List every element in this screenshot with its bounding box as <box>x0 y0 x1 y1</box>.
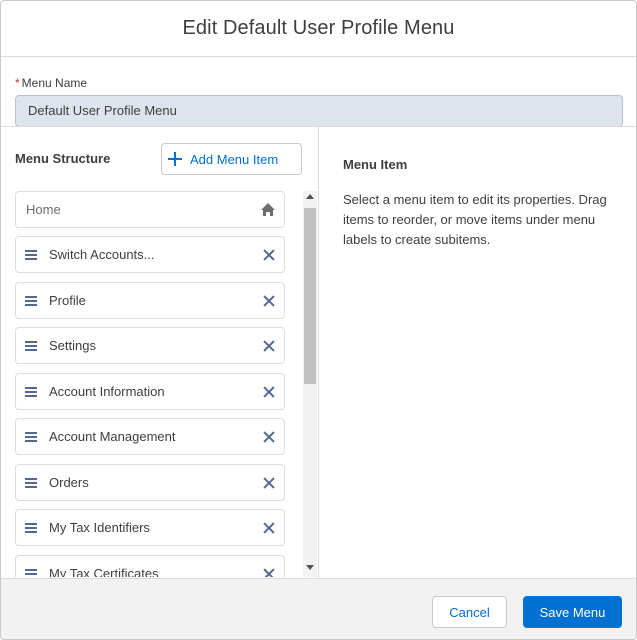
menu-item-detail-title: Menu Item <box>343 157 408 172</box>
menu-name-label-text: Menu Name <box>21 76 88 90</box>
modal-title: Edit Default User Profile Menu <box>182 17 455 39</box>
menu-item-detail-help: Select a menu item to edit its propertie… <box>343 192 607 247</box>
drag-handle-icon[interactable] <box>25 340 37 351</box>
menu-item-label: Profile <box>49 293 86 308</box>
close-icon[interactable] <box>263 386 275 398</box>
menu-item-label: Account Information <box>49 384 165 399</box>
modal-header: Edit Default User Profile Menu <box>1 1 636 57</box>
drag-handle-icon[interactable] <box>25 477 37 488</box>
list-scrollbar[interactable] <box>303 191 317 577</box>
drag-handle-icon[interactable] <box>25 431 37 442</box>
menu-item-home[interactable]: Home <box>15 191 285 228</box>
scroll-thumb[interactable] <box>304 208 316 384</box>
modal-footer: Cancel Save Menu <box>1 578 636 639</box>
menu-item[interactable]: Orders <box>15 464 285 501</box>
close-icon[interactable] <box>263 431 275 443</box>
save-menu-button[interactable]: Save Menu <box>523 596 622 628</box>
panel-divider <box>318 127 319 579</box>
menu-item[interactable]: Account Management <box>15 418 285 455</box>
drag-handle-icon[interactable] <box>25 522 37 533</box>
menu-structure-list: Home Switch Accounts... Profile Settings… <box>15 191 303 577</box>
close-icon[interactable] <box>263 477 275 489</box>
menu-structure-title: Menu Structure <box>15 151 111 166</box>
close-icon[interactable] <box>263 568 275 578</box>
menu-name-label: * Menu Name <box>15 76 87 90</box>
drag-handle-icon[interactable] <box>25 568 37 577</box>
menu-item[interactable]: My Tax Identifiers <box>15 509 285 546</box>
drag-handle-icon[interactable] <box>25 249 37 260</box>
menu-item[interactable]: Switch Accounts... <box>15 236 285 273</box>
drag-handle-icon[interactable] <box>25 295 37 306</box>
scroll-up-arrow-icon[interactable] <box>306 194 314 199</box>
menu-item-label: Switch Accounts... <box>49 247 155 262</box>
menu-item-label: My Tax Identifiers <box>49 520 150 535</box>
close-icon[interactable] <box>263 522 275 534</box>
cancel-button[interactable]: Cancel <box>432 596 507 628</box>
edit-menu-modal: Edit Default User Profile Menu * Menu Nam… <box>0 0 637 640</box>
close-icon[interactable] <box>263 249 275 261</box>
add-menu-item-button[interactable]: Add Menu Item <box>161 143 302 175</box>
menu-item-label: My Tax Certificates <box>49 566 159 577</box>
menu-item-label: Home <box>26 202 61 217</box>
menu-name-input[interactable]: Default User Profile Menu <box>15 95 623 127</box>
plus-icon <box>168 152 182 166</box>
scroll-down-arrow-icon[interactable] <box>306 565 314 570</box>
close-icon[interactable] <box>263 340 275 352</box>
close-icon[interactable] <box>263 295 275 307</box>
required-mark: * <box>15 76 20 90</box>
home-icon <box>261 203 275 216</box>
menu-item-label: Orders <box>49 475 89 490</box>
menu-item-label: Account Management <box>49 429 176 444</box>
add-menu-item-label: Add Menu Item <box>190 151 279 167</box>
menu-item[interactable]: Profile <box>15 282 285 319</box>
drag-handle-icon[interactable] <box>25 386 37 397</box>
menu-item[interactable]: My Tax Certificates <box>15 555 285 577</box>
menu-item-label: Settings <box>49 338 96 353</box>
menu-item[interactable]: Settings <box>15 327 285 364</box>
menu-item[interactable]: Account Information <box>15 373 285 410</box>
